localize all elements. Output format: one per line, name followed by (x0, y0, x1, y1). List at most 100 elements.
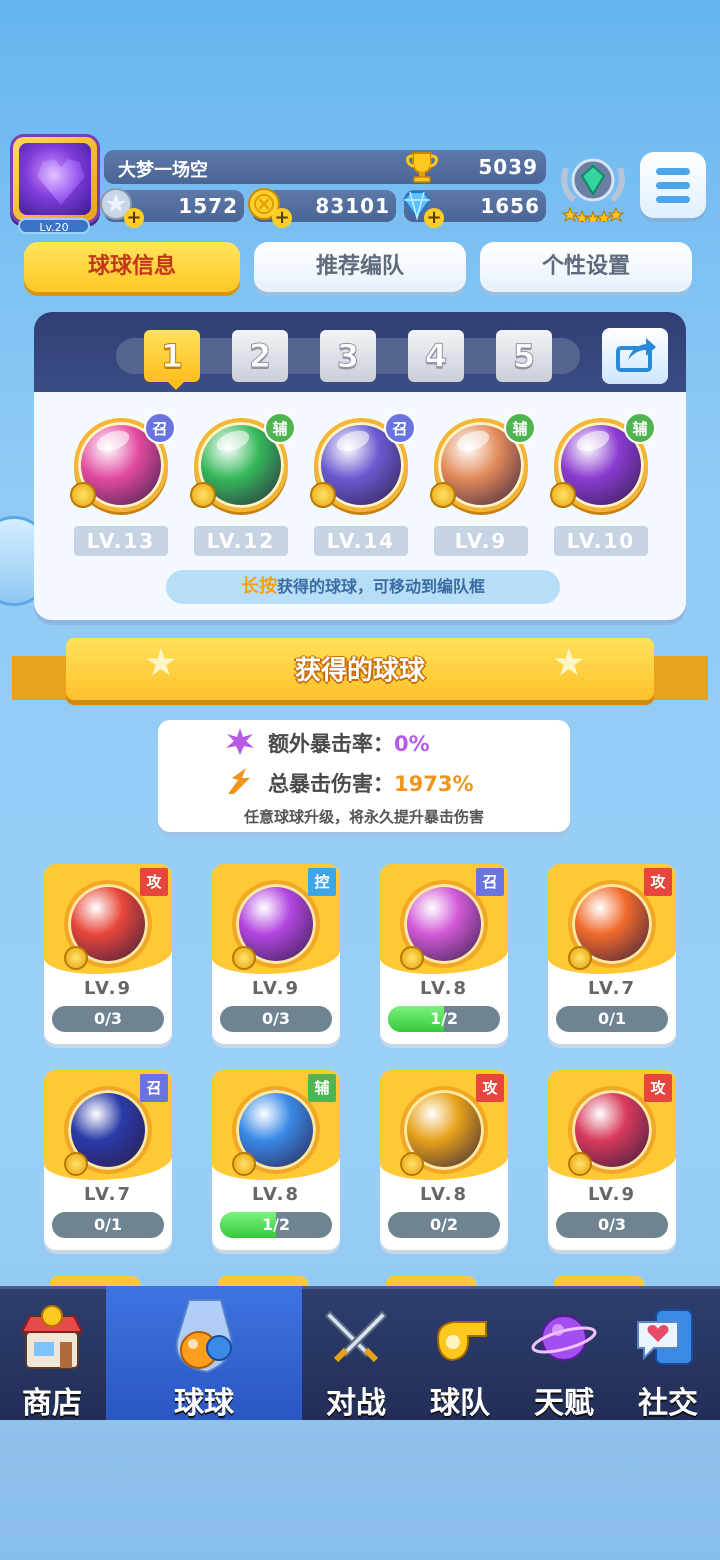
slot-level: LV.12 (194, 526, 288, 556)
type-tag: 辅 (504, 412, 536, 444)
type-tag: 攻 (644, 1074, 672, 1102)
upgrade-progress-bar: 0/2 (388, 1212, 500, 1238)
type-tag: 辅 (264, 412, 296, 444)
crossed-swords-icon (324, 1310, 388, 1363)
player-avatar[interactable]: Lv.20 (10, 134, 100, 234)
player-name: 大梦一场空 (118, 160, 208, 181)
menu-button[interactable] (640, 152, 706, 218)
silver-currency-bar[interactable]: + 1572 (100, 188, 244, 228)
team-slot-1[interactable]: 召 LV.13 (66, 412, 176, 562)
team-slot-4[interactable]: 辅 LV.9 (426, 412, 536, 562)
bottom-background (0, 1420, 720, 1560)
crit-stats-box: 额外暴击率：0% 总暴击伤害：1973% 任意球球升级，将永久提升暴击伤害 (158, 720, 570, 832)
selected-team-pointer (166, 380, 186, 390)
chat-heart-icon (637, 1309, 693, 1365)
type-tag: 召 (140, 1074, 168, 1102)
gem-currency-bar[interactable]: + 1656 (402, 190, 546, 228)
ball-card[interactable]: 控 LV.9 0/3 (212, 864, 340, 1044)
nav-talent[interactable]: 天赋 (512, 1286, 616, 1421)
hint-text: 获得的球球，可移动到编队框 (276, 577, 485, 596)
upgrade-progress-bar: 1/2 (388, 1006, 500, 1032)
whistle-icon (436, 1321, 487, 1362)
nav-social-label: 社交 (638, 1386, 698, 1421)
nav-talent-label: 天赋 (534, 1386, 594, 1421)
add-gem-icon[interactable]: + (424, 208, 444, 228)
section-title: 获得的球球 (294, 656, 425, 686)
ball-level: LV.8 (252, 1184, 300, 1205)
crit-damage-icon (228, 768, 250, 794)
drag-hint: 长按获得的球球，可移动到编队框 (166, 570, 560, 604)
upgrade-progress-text: 0/1 (597, 1009, 627, 1028)
nav-battle-label: 对战 (326, 1386, 386, 1421)
upgrade-progress-text: 1/2 (261, 1215, 291, 1234)
gold-currency-bar[interactable]: + 83101 (248, 188, 396, 228)
crit-rate-icon (226, 728, 254, 755)
type-tag: 攻 (476, 1074, 504, 1102)
upgrade-progress-bar: 0/3 (220, 1006, 332, 1032)
ball-card[interactable]: 攻 LV.9 0/3 (548, 1070, 676, 1250)
coin-icon (430, 482, 456, 508)
ball-card[interactable]: 攻 LV.8 0/2 (380, 1070, 508, 1250)
upgrade-progress-text: 0/3 (261, 1009, 291, 1028)
slot-level: LV.10 (554, 526, 648, 556)
nav-social[interactable]: 社交 (616, 1286, 720, 1421)
nav-shop[interactable]: 商店 (0, 1286, 104, 1421)
team-slot-2[interactable]: 辅 LV.12 (186, 412, 296, 562)
extra-crit-label: 额外暴击率： (268, 732, 394, 756)
coin-icon (70, 482, 96, 508)
heart-icon (37, 159, 85, 205)
nav-team[interactable]: 球队 (408, 1286, 512, 1421)
team-header: 1 2 3 4 5 (34, 312, 686, 392)
upgrade-progress-text: 0/2 (429, 1215, 459, 1234)
shop-icon (20, 1305, 84, 1369)
silver-amount: 1572 (178, 194, 238, 218)
tab-personal-settings[interactable]: 个性设置 (480, 242, 692, 292)
type-tag: 召 (144, 412, 176, 444)
type-tag: 攻 (644, 868, 672, 896)
add-gold-icon[interactable]: + (272, 208, 292, 228)
upgrade-progress-text: 0/3 (597, 1215, 627, 1234)
nav-balls[interactable]: 球球 (106, 1286, 302, 1421)
upgrade-progress-bar: 0/3 (52, 1006, 164, 1032)
coin-icon (232, 946, 256, 970)
extra-crit-value: 0% (394, 732, 430, 756)
team-number-5[interactable]: 5 (496, 330, 552, 382)
ball-card[interactable]: 召 LV.8 1/2 (380, 864, 508, 1044)
avatar-frame (10, 134, 100, 224)
team-number-4[interactable]: 4 (408, 330, 464, 382)
coin-icon (310, 482, 336, 508)
planet-icon (531, 1315, 597, 1361)
player-level-badge: Lv.20 (18, 218, 90, 234)
team-slot-5[interactable]: 辅 LV.10 (546, 412, 656, 562)
upgrade-progress-bar: 0/1 (52, 1212, 164, 1238)
add-silver-icon[interactable]: + (124, 208, 144, 228)
trophy-icon (406, 152, 438, 183)
type-tag: 辅 (624, 412, 656, 444)
tab-ball-info[interactable]: 球球信息 (24, 242, 240, 292)
nav-shop-label: 商店 (22, 1386, 82, 1421)
ball-card[interactable]: 召 LV.7 0/1 (44, 1070, 172, 1250)
team-number-1[interactable]: 1 (144, 330, 200, 382)
team-number-2[interactable]: 2 (232, 330, 288, 382)
total-crit-row: 总暴击伤害：1973% (268, 768, 474, 798)
section-ribbon: 获得的球球 (66, 638, 654, 700)
upgrade-progress-text: 0/3 (93, 1009, 123, 1028)
ball-level: LV.7 (84, 1184, 132, 1205)
team-number-3[interactable]: 3 (320, 330, 376, 382)
share-button[interactable] (602, 328, 668, 384)
share-icon (616, 338, 656, 372)
team-slot-3[interactable]: 召 LV.14 (306, 412, 416, 562)
trophy-count: 5039 (478, 155, 538, 179)
ball-level: LV.9 (84, 978, 132, 999)
slot-level: LV.13 (74, 526, 168, 556)
ball-card[interactable]: 攻 LV.9 0/3 (44, 864, 172, 1044)
slot-level: LV.14 (314, 526, 408, 556)
nav-battle[interactable]: 对战 (304, 1286, 408, 1421)
ball-card[interactable]: 辅 LV.8 1/2 (212, 1070, 340, 1250)
hint-emphasis: 长按 (240, 576, 277, 597)
ball-card[interactable]: 攻 LV.7 0/1 (548, 864, 676, 1044)
type-tag: 攻 (140, 868, 168, 896)
rank-badge-icon[interactable] (556, 148, 630, 222)
slot-level: LV.9 (434, 526, 528, 556)
tab-recommended-team[interactable]: 推荐编队 (254, 242, 466, 292)
